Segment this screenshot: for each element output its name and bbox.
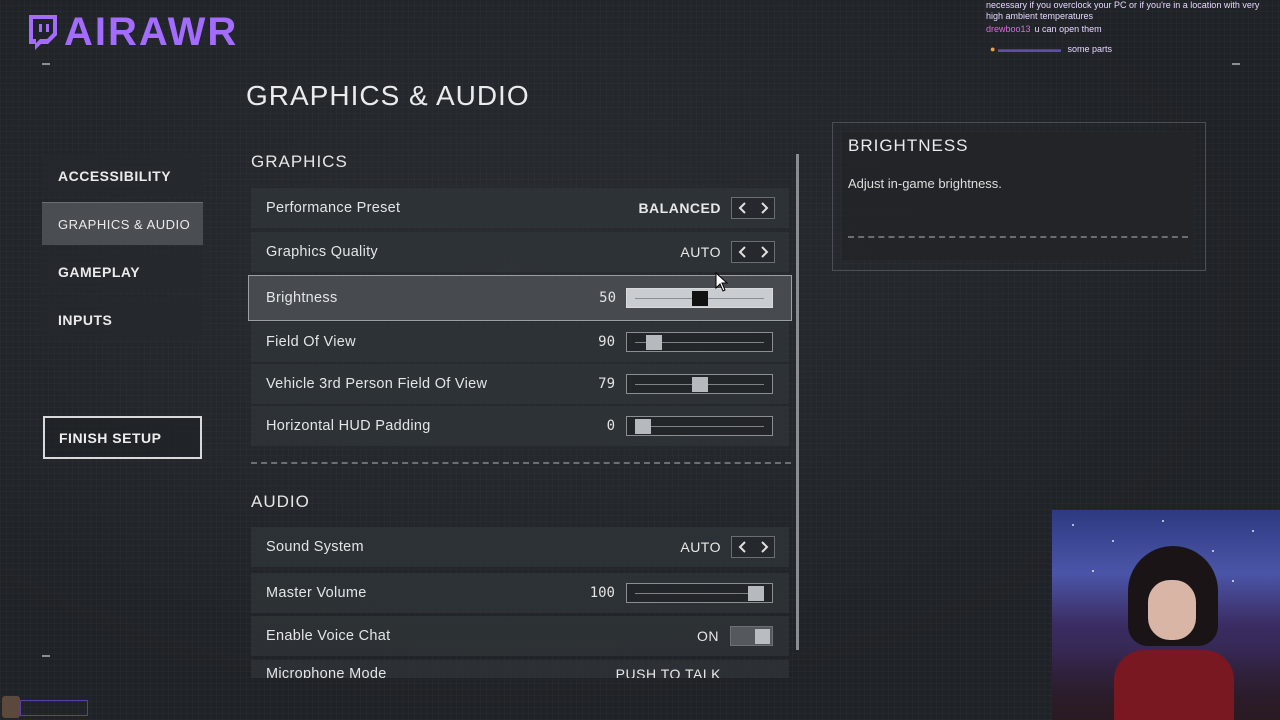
setting-label: Performance Preset (266, 200, 401, 216)
master-volume-slider[interactable] (626, 583, 773, 603)
finish-setup-button[interactable]: FINISH SETUP (43, 416, 202, 459)
setting-value: 100 (589, 585, 615, 601)
microphone-mode-row[interactable]: Microphone Mode PUSH TO TALK (251, 660, 789, 678)
graphics-quality-row[interactable]: Graphics Quality AUTO (251, 232, 789, 272)
chevron-left-icon[interactable] (736, 200, 750, 216)
setting-label: Sound System (266, 539, 364, 555)
chevron-right-icon[interactable] (757, 200, 771, 216)
scrollbar[interactable] (796, 154, 799, 650)
nav-accessibility[interactable]: ACCESSIBILITY (42, 154, 203, 197)
field-of-view-slider[interactable] (626, 332, 773, 352)
setting-label: Microphone Mode (266, 666, 387, 678)
twitch-icon (26, 13, 60, 51)
section-divider (251, 462, 791, 464)
setting-value: 50 (599, 290, 616, 306)
chat-message: high ambient temperatures (986, 11, 1094, 21)
setting-label: Enable Voice Chat (266, 628, 391, 644)
option-selector (731, 536, 775, 558)
nav-label: GRAPHICS & AUDIO (58, 216, 191, 232)
info-panel: BRIGHTNESS Adjust in-game brightness. (842, 132, 1194, 260)
streamer-brand: AIRAWR (26, 12, 238, 52)
slider-thumb[interactable] (646, 335, 662, 350)
nav-gameplay[interactable]: GAMEPLAY (42, 250, 203, 293)
slider-thumb[interactable] (635, 419, 651, 434)
master-volume-row[interactable]: Master Volume 100 (251, 573, 789, 613)
setting-label: Brightness (266, 290, 338, 306)
slider-thumb[interactable] (692, 291, 708, 306)
info-divider (848, 236, 1188, 238)
graphics-header: GRAPHICS (251, 152, 348, 171)
setting-label: Vehicle 3rd Person Field Of View (266, 376, 488, 392)
chat-username: ▬▬▬▬▬▬▬ (997, 44, 1061, 54)
chevron-right-icon[interactable] (757, 539, 771, 555)
option-selector (731, 241, 775, 263)
voice-chat-toggle[interactable] (730, 626, 773, 646)
option-selector (731, 197, 775, 219)
stream-chat: necessary if you overclock your PC or if… (986, 0, 1276, 55)
vehicle-fov-row[interactable]: Vehicle 3rd Person Field Of View 79 (251, 364, 789, 404)
badge-icon: ● (990, 44, 996, 54)
nav-graphics-audio[interactable]: GRAPHICS & AUDIO (42, 202, 203, 245)
setting-value: AUTO (680, 244, 721, 260)
setting-value: 0 (606, 418, 615, 434)
setting-label: Graphics Quality (266, 244, 378, 260)
hud-padding-slider[interactable] (626, 416, 773, 436)
setting-value: AUTO (680, 539, 721, 555)
slider-track (635, 593, 764, 594)
field-of-view-row[interactable]: Field Of View 90 (251, 322, 789, 362)
chevron-right-icon[interactable] (757, 244, 771, 260)
slider-track (635, 426, 764, 427)
avatar (2, 696, 20, 718)
slider-thumb[interactable] (748, 586, 764, 601)
sound-system-row[interactable]: Sound System AUTO (251, 527, 789, 567)
frame-tick (1232, 63, 1240, 65)
nav-label: INPUTS (58, 311, 113, 328)
setting-label: Field Of View (266, 334, 356, 350)
frame-tick (42, 63, 50, 65)
page-title: GRAPHICS & AUDIO (246, 80, 530, 111)
chevron-left-icon[interactable] (736, 539, 750, 555)
setting-label: Horizontal HUD Padding (266, 418, 431, 434)
brightness-row[interactable]: Brightness 50 (248, 275, 792, 321)
info-description: Adjust in-game brightness. (848, 176, 1002, 191)
audio-header: AUDIO (251, 492, 310, 511)
nav-label: GAMEPLAY (58, 263, 141, 280)
voice-chat-row[interactable]: Enable Voice Chat ON (251, 616, 789, 656)
webcam-feed (1052, 510, 1280, 720)
chat-message: necessary if you overclock your PC or if… (986, 0, 1260, 10)
hud-padding-row[interactable]: Horizontal HUD Padding 0 (251, 406, 789, 446)
nav-label: ACCESSIBILITY (58, 167, 172, 184)
toggle-knob (755, 629, 770, 644)
info-title: BRIGHTNESS (848, 136, 969, 155)
slider-thumb[interactable] (692, 377, 708, 392)
chat-message: ● ▬▬▬▬▬▬▬ some parts (990, 44, 1112, 54)
setting-label: Master Volume (266, 585, 367, 601)
chat-username: drewboo13 (986, 24, 1031, 34)
frame-tick (42, 655, 50, 657)
setting-value: 79 (598, 376, 615, 392)
chevron-left-icon[interactable] (736, 244, 750, 260)
brightness-slider[interactable] (626, 288, 773, 308)
setting-value: PUSH TO TALK (615, 666, 721, 678)
setting-value: ON (697, 628, 719, 644)
chat-message: drewboo13 u can open them (986, 24, 1102, 34)
brand-name: AIRAWR (64, 10, 239, 54)
vehicle-fov-slider[interactable] (626, 374, 773, 394)
nav-inputs[interactable]: INPUTS (42, 298, 203, 341)
setting-value: 90 (598, 334, 615, 350)
setting-value: BALANCED (638, 200, 721, 216)
overlay-badge (20, 700, 88, 716)
finish-setup-label: FINISH SETUP (59, 429, 162, 446)
mouse-cursor-icon (715, 271, 729, 296)
performance-preset-row[interactable]: Performance Preset BALANCED (251, 188, 789, 228)
